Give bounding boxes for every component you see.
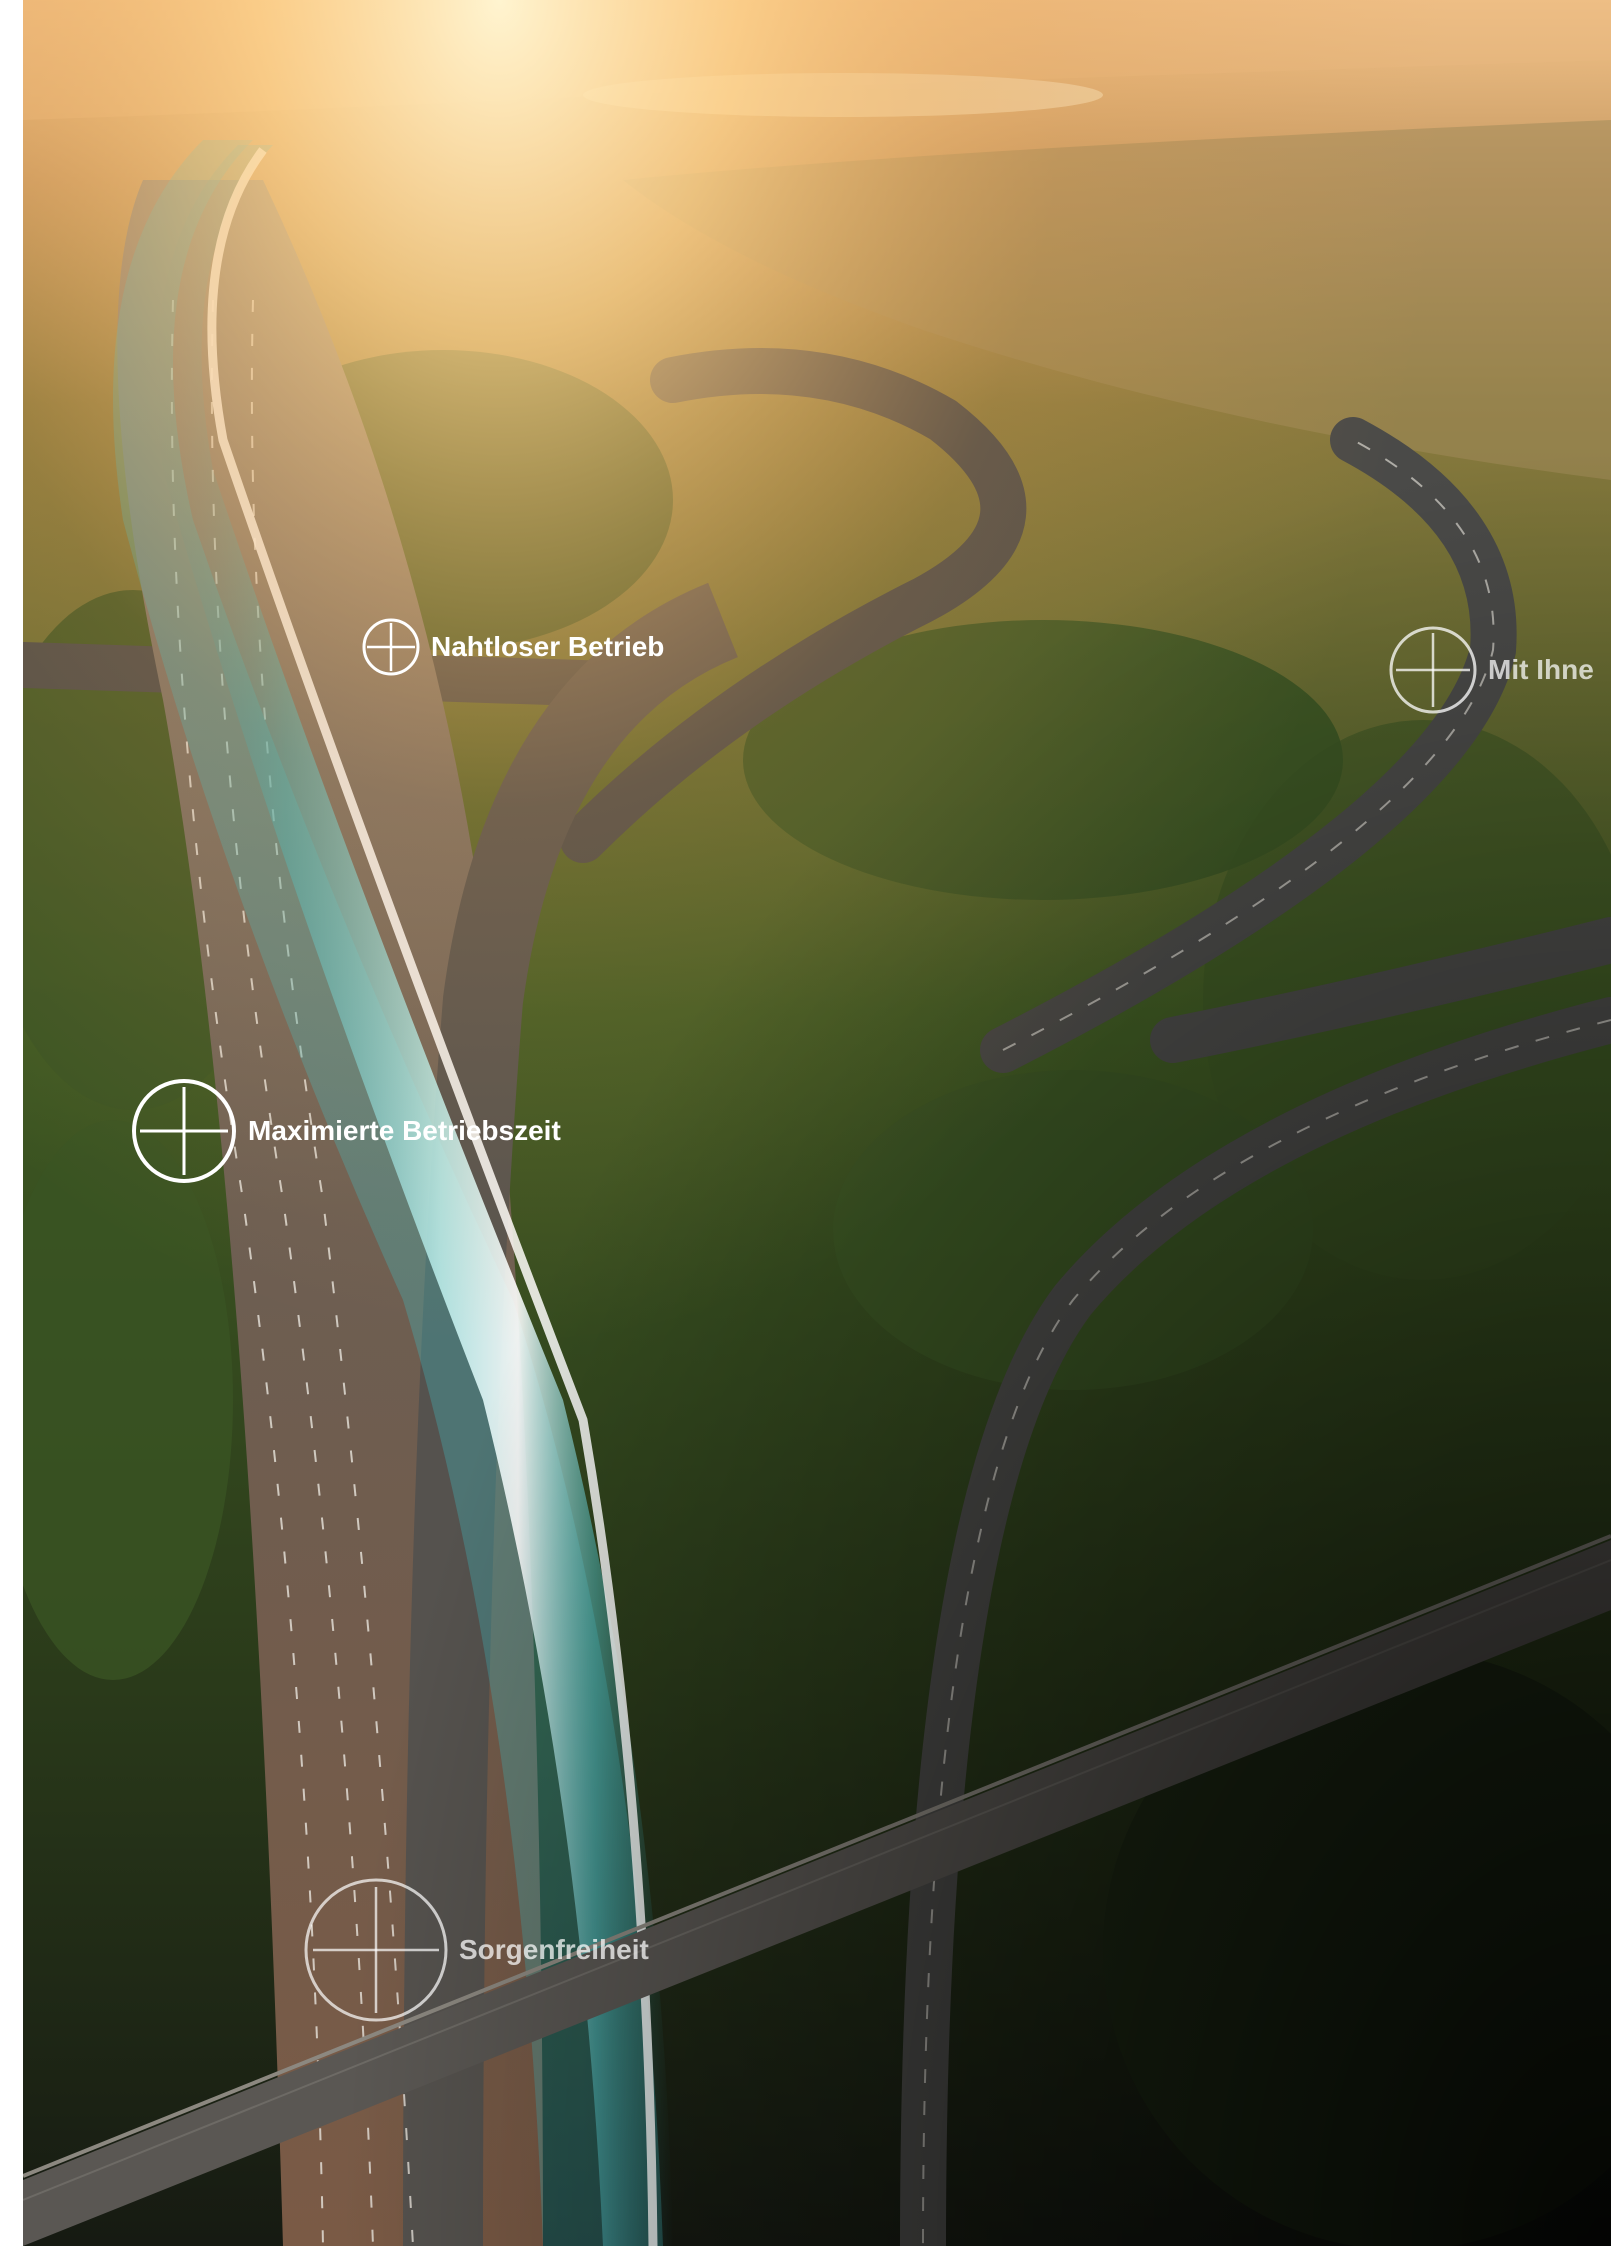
hotspot-maximierte-betriebszeit[interactable]: Maximierte Betriebszeit bbox=[130, 1077, 561, 1185]
hotspot-label: Sorgenfreiheit bbox=[459, 1934, 649, 1965]
plus-circle-icon bbox=[1389, 626, 1477, 714]
hotspot-label: Maximierte Betriebszeit bbox=[248, 1115, 561, 1146]
plus-circle-icon bbox=[362, 618, 420, 676]
plus-circle-icon bbox=[304, 1878, 448, 2022]
plus-circle-icon bbox=[132, 1079, 236, 1183]
hotspot-label: Mit Ihne bbox=[1488, 654, 1594, 685]
page-frame: Nahtloser Betrieb Mit Ihne Maximierte Be… bbox=[0, 0, 1611, 2246]
hotspot-nahtloser-betrieb[interactable]: Nahtloser Betrieb bbox=[361, 617, 664, 677]
hotspot-label: Nahtloser Betrieb bbox=[431, 631, 665, 662]
hotspot-mit-ihnen[interactable]: Mit Ihne bbox=[1388, 625, 1594, 715]
hotspot-sorgenfreiheit[interactable]: Sorgenfreiheit bbox=[303, 1877, 649, 2023]
